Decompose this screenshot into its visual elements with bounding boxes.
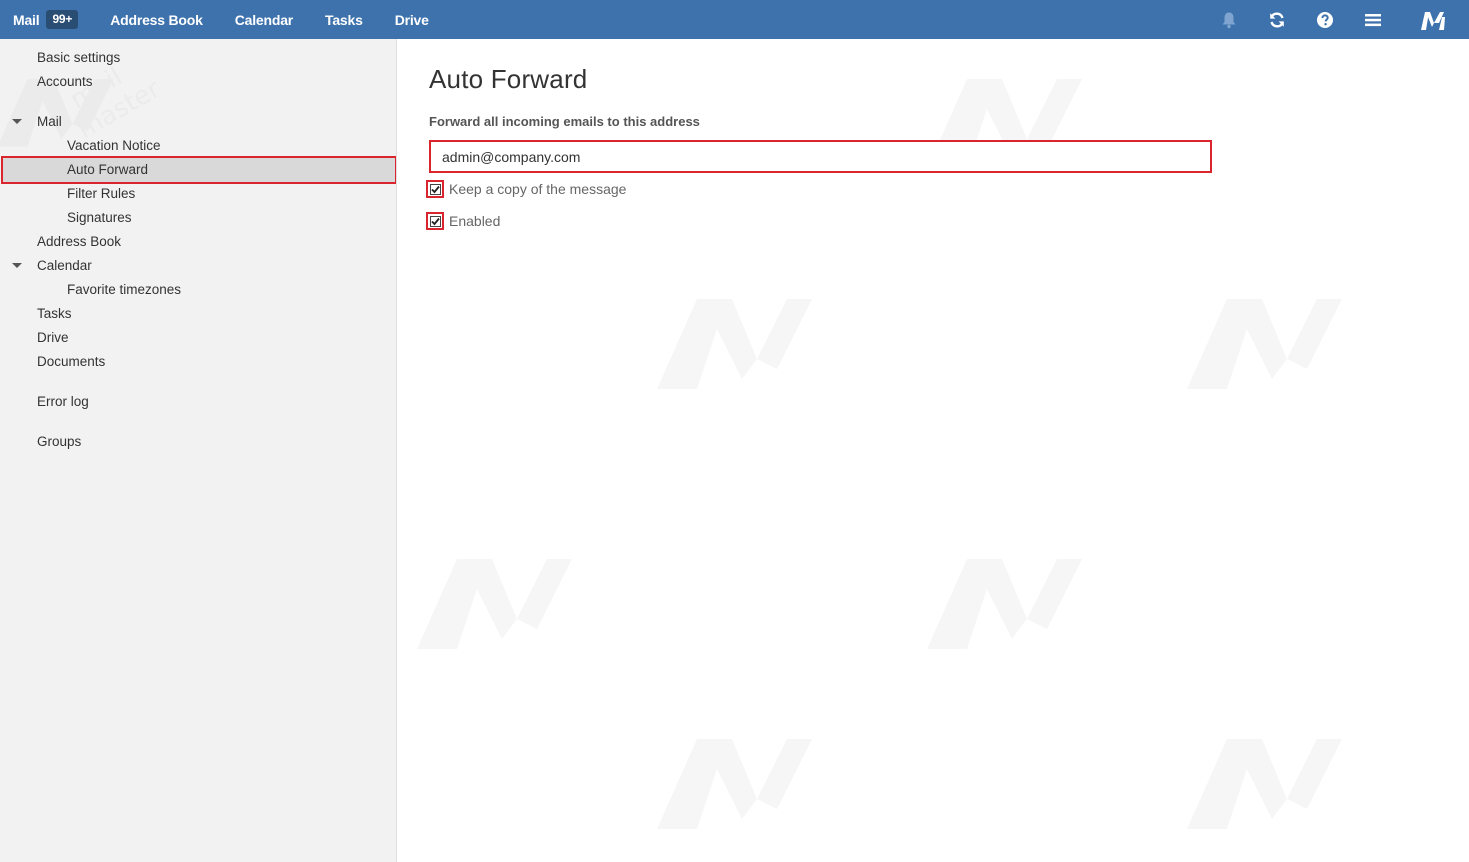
sidebar-item-signatures[interactable]: Signatures [0, 206, 396, 230]
main-nav: Mail 99+ Address Book Calendar Tasks Dri… [0, 0, 461, 39]
page-title: Auto Forward [429, 64, 588, 94]
watermark-logo-icon [417, 559, 572, 649]
nav-mail[interactable]: Mail 99+ [13, 0, 79, 39]
toolbar-icons [1205, 0, 1469, 39]
enabled-option[interactable]: Enabled [426, 212, 500, 230]
sidebar-item-label: Error log [37, 394, 89, 409]
sidebar-item-calendar[interactable]: Calendar [0, 254, 396, 278]
watermark-logo-icon [927, 79, 1082, 169]
sidebar-item-documents[interactable]: Documents [0, 350, 396, 374]
sidebar-item-label: Tasks [37, 306, 72, 321]
sidebar-item-address-book[interactable]: Address Book [0, 230, 396, 254]
checkmark-icon [430, 185, 440, 193]
sidebar-item-tasks[interactable]: Tasks [0, 302, 396, 326]
sidebar-item-label: Auto Forward [67, 162, 149, 177]
sidebar-item-auto-forward[interactable]: Auto Forward [1, 156, 396, 184]
forward-address-input[interactable] [429, 140, 1212, 173]
caret-down-icon[interactable] [12, 263, 22, 268]
sidebar-item-vacation-notice[interactable]: Vacation Notice [0, 134, 396, 158]
sidebar-item-label: Mail [37, 114, 62, 129]
nav-mail-label: Mail [13, 11, 40, 28]
caret-down-icon[interactable] [12, 119, 22, 124]
watermark-logo-icon [927, 559, 1082, 649]
watermark-logo-icon [657, 299, 812, 389]
sidebar-item-label: Calendar [37, 258, 92, 273]
sidebar-item-label: Groups [37, 434, 82, 449]
enabled-label: Enabled [449, 213, 501, 229]
sidebar-item-label: Filter Rules [67, 186, 136, 201]
unread-count-badge: 99+ [46, 10, 79, 29]
mailmaster-logo-icon [1421, 11, 1445, 30]
sidebar-item-label: Documents [37, 354, 106, 369]
sidebar-item-drive[interactable]: Drive [0, 326, 396, 350]
auto-forward-panel: Auto Forward Forward all incoming emails… [397, 39, 1469, 862]
watermark-logo-icon [657, 739, 812, 829]
sidebar-item-error-log[interactable]: Error log [0, 390, 396, 414]
refresh-icon [1270, 12, 1284, 27]
watermark-logo-icon [1187, 299, 1342, 389]
nav-calendar[interactable]: Calendar [235, 0, 294, 39]
sidebar-item-groups[interactable]: Groups [0, 430, 396, 454]
checkbox-inner [429, 183, 441, 195]
sidebar-item-favorite-timezones[interactable]: Favorite timezones [0, 278, 396, 302]
sidebar-item-accounts[interactable]: Accounts [0, 70, 396, 94]
keep-copy-option[interactable]: Keep a copy of the message [426, 180, 626, 198]
main-menu-button[interactable] [1349, 0, 1397, 39]
settings-sidebar: mail master Basic settings Accounts Mail… [0, 39, 397, 862]
nav-tasks[interactable]: Tasks [325, 0, 363, 39]
nav-drive[interactable]: Drive [395, 0, 429, 39]
keep-copy-label: Keep a copy of the message [449, 181, 627, 197]
sidebar-item-basic-settings[interactable]: Basic settings [0, 46, 396, 70]
checkbox-inner [429, 215, 441, 227]
sidebar-item-label: Vacation Notice [67, 138, 161, 153]
sidebar-item-label: Basic settings [37, 50, 121, 65]
sidebar-item-label: Address Book [37, 234, 122, 249]
sidebar-item-filter-rules[interactable]: Filter Rules [0, 182, 396, 206]
app-logo[interactable] [1397, 0, 1469, 39]
menu-icon [1365, 13, 1381, 26]
sidebar-item-mail[interactable]: Mail [0, 110, 396, 134]
notifications-button[interactable] [1205, 0, 1253, 39]
watermark-logo-icon [1187, 739, 1342, 829]
sidebar-item-label: Accounts [37, 74, 93, 89]
keep-copy-checkbox[interactable] [426, 180, 444, 198]
sidebar-item-label: Drive [37, 330, 69, 345]
sidebar-item-label: Favorite timezones [67, 282, 182, 297]
sidebar-item-label: Signatures [67, 210, 132, 225]
help-icon [1317, 11, 1333, 28]
checkmark-icon [430, 217, 440, 225]
refresh-button[interactable] [1253, 0, 1301, 39]
help-button[interactable] [1301, 0, 1349, 39]
top-navigation-bar: Mail 99+ Address Book Calendar Tasks Dri… [0, 0, 1469, 39]
bell-icon [1222, 12, 1236, 28]
enabled-checkbox[interactable] [426, 212, 444, 230]
nav-address-book[interactable]: Address Book [110, 0, 203, 39]
forward-address-label: Forward all incoming emails to this addr… [429, 114, 700, 129]
